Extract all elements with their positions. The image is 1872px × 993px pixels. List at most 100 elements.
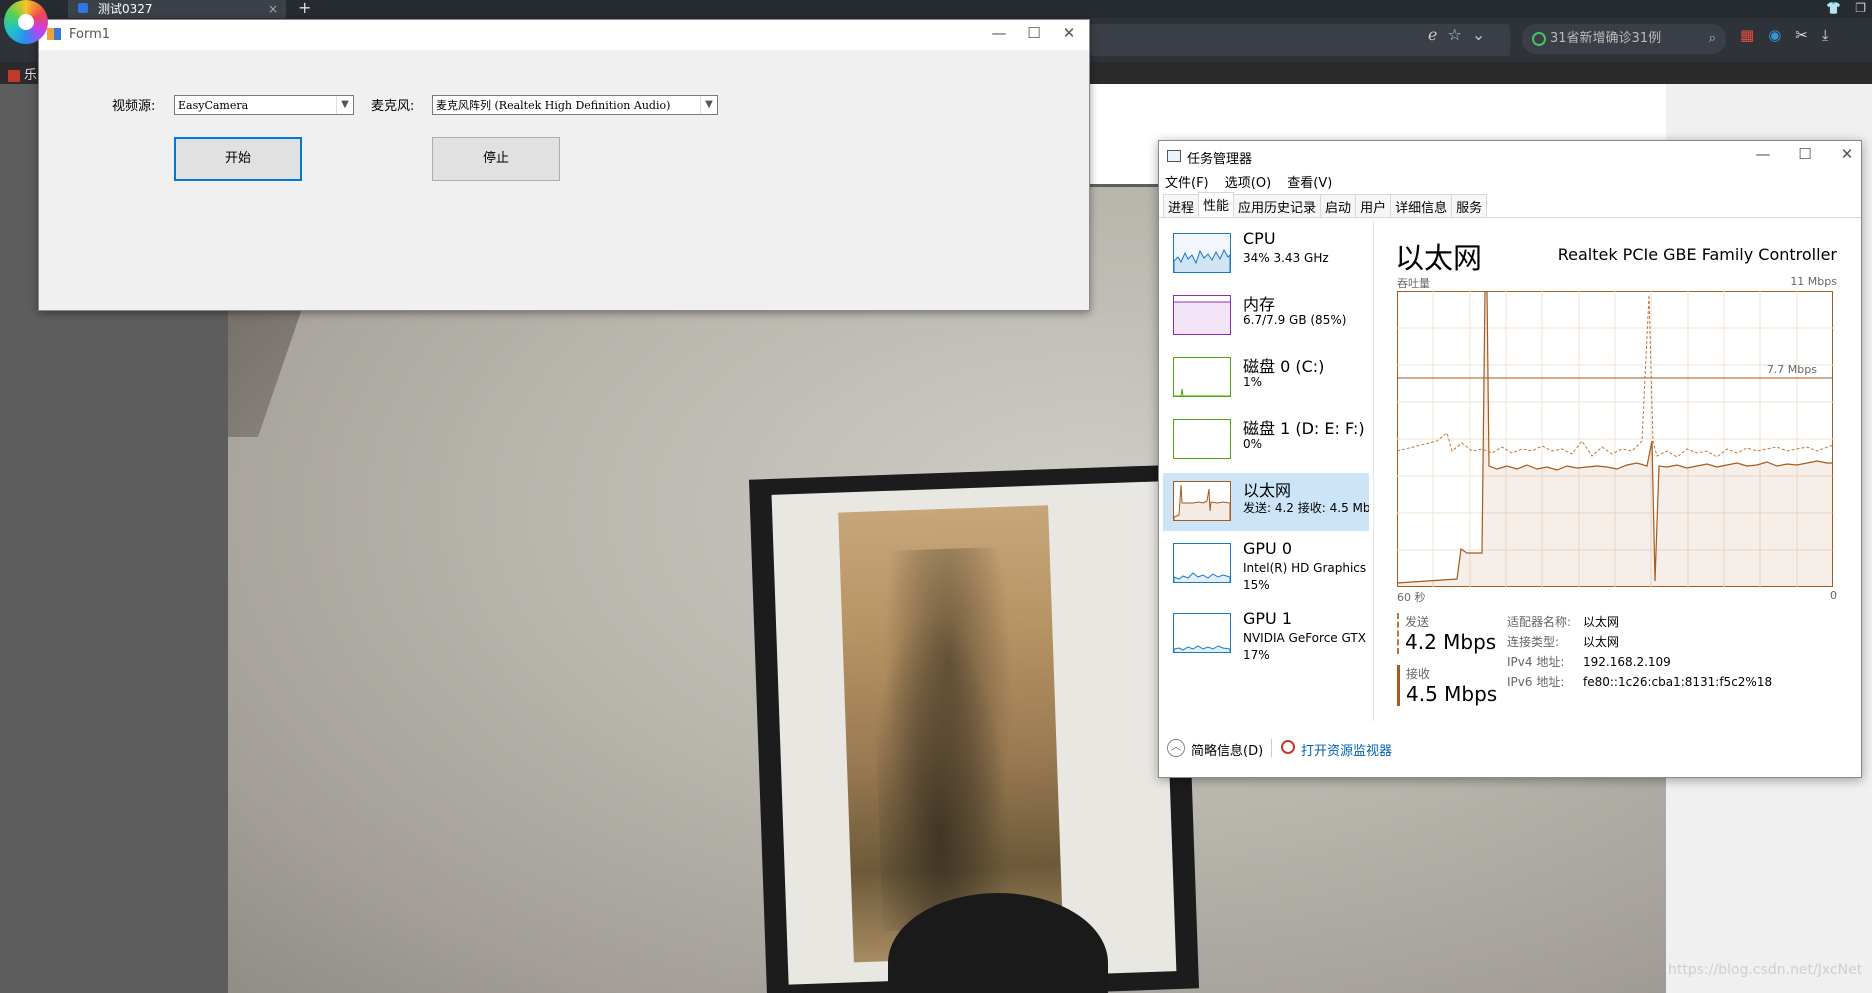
disk1-sparkline [1173,419,1231,459]
resource-item-gpu1[interactable]: GPU 1 NVIDIA GeForce GTX 17% [1163,605,1369,663]
form1-minimize-button[interactable]: — [979,24,1019,42]
throughput-graph: 7.7 Mbps [1397,291,1833,587]
bookmark-label: 乐 [24,68,38,83]
resource-name: GPU 0 [1243,539,1293,558]
start-button[interactable]: 开始 [174,137,302,181]
open-resource-monitor-link[interactable]: 打开资源监视器 [1301,740,1392,759]
microphone-label: 麦克风: [371,99,415,114]
cpu-sparkline [1173,233,1231,273]
resource-value: NVIDIA GeForce GTX [1243,631,1366,645]
resource-name: GPU 1 [1243,609,1293,628]
tab-favicon-icon [78,3,88,13]
tm-menubar: 文件(F) 选项(O) 查看(V) [1165,172,1344,191]
tab-startup[interactable]: 启动 [1320,194,1357,218]
tab-close-icon[interactable]: × [268,1,278,17]
resource-value: 6.7/7.9 GB (85%) [1243,313,1347,327]
prop-value: fe80::1c26:cba1:8131:f5c2%18 [1583,675,1773,689]
tm-panel-separator [1373,221,1374,721]
resource-list: CPU 34% 3.43 GHz 内存 6.7/7.9 GB (85%) 磁盘 … [1163,225,1369,715]
tab-users[interactable]: 用户 [1355,194,1392,218]
tm-minimize-button[interactable]: — [1743,145,1783,163]
prop-row: 连接类型: 以太网 [1507,633,1772,653]
microphone-value: 麦克风阵列 (Realtek High Definition Audio) [436,99,671,112]
tab-services[interactable]: 服务 [1451,194,1488,218]
video-source-label: 视频源: [112,99,156,114]
throughput-max-label: 11 Mbps [1790,275,1837,288]
form1-app-icon [47,28,61,40]
apps-grid-icon[interactable]: ▦ [1740,26,1754,44]
chevron-down-icon[interactable]: ▼ [700,96,717,114]
resource-item-disk1[interactable]: 磁盘 1 (D: E: F:) 0% [1163,411,1369,469]
menu-file[interactable]: 文件(F) [1165,176,1209,191]
resource-value: Intel(R) HD Graphics 6 [1243,561,1369,575]
resource-item-ethernet[interactable]: 以太网 发送: 4.2 接收: 4.5 Mb [1163,473,1369,531]
ethernet-sparkline [1173,481,1231,521]
browser-tab[interactable]: 测试0327 × [68,0,286,18]
url-icons: ℯ ☆ ⌄ [1428,25,1495,44]
video-source-select[interactable]: EasyCamera ▼ [174,95,354,115]
microphone-select[interactable]: 麦克风阵列 (Realtek High Definition Audio) ▼ [432,95,718,115]
prop-key: IPv4 地址: [1507,655,1565,669]
chevron-up-icon[interactable]: ︿ [1167,739,1185,757]
tm-tab-divider [1159,217,1861,218]
restore-icon[interactable]: ❐ [1855,1,1866,15]
resource-name: 内存 [1243,295,1276,314]
scissors-icon[interactable]: ✂ [1795,26,1808,44]
resource-item-gpu0[interactable]: GPU 0 Intel(R) HD Graphics 6 15% [1163,535,1369,593]
shirt-icon[interactable]: 👕 [1826,1,1841,15]
resource-item-memory[interactable]: 内存 6.7/7.9 GB (85%) [1163,287,1369,345]
tm-close-button[interactable]: ✕ [1827,145,1867,163]
prop-key: IPv6 地址: [1507,675,1565,689]
tab-details[interactable]: 详细信息 [1390,194,1453,218]
tab-processes[interactable]: 进程 [1163,194,1200,218]
disk1-sparkline-svg [1173,419,1231,459]
ethernet-sparkline-svg [1173,481,1231,521]
resource-item-cpu[interactable]: CPU 34% 3.43 GHz [1163,225,1369,283]
prop-value: 以太网 [1583,635,1620,649]
tm-maximize-button[interactable]: ☐ [1785,145,1825,163]
new-tab-button[interactable]: + [298,0,311,16]
graph-mid-label: 7.7 Mbps [1767,363,1817,376]
disk0-sparkline-svg [1173,357,1231,397]
bookmark-item[interactable]: 乐 [8,64,37,83]
graph-time-left: 60 秒 [1397,591,1426,604]
resource-value-2: 15% [1243,578,1270,592]
edge-icon[interactable]: ◉ [1768,26,1781,44]
menu-view[interactable]: 查看(V) [1287,176,1332,191]
task-manager-title: 任务管理器 [1187,152,1253,167]
resource-value: 0% [1243,437,1263,451]
ie-mode-icon[interactable]: ℯ [1428,25,1437,44]
search-engine-icon [1532,31,1546,46]
resource-value: 34% 3.43 GHz [1243,251,1329,265]
resource-item-disk0[interactable]: 磁盘 0 (C:) 1% [1163,349,1369,407]
download-icon[interactable]: ⤓ [1822,26,1829,44]
stop-button[interactable]: 停止 [432,137,560,181]
resource-name: 磁盘 0 (C:) [1243,357,1325,376]
resource-monitor-icon [1281,740,1295,754]
prop-key: 连接类型: [1507,635,1560,649]
gpu1-sparkline-svg [1173,613,1231,653]
fewer-details-link[interactable]: 简略信息(D) [1191,740,1263,759]
form1-window: Form1 — ☐ ✕ 视频源: EasyCamera ▼ 麦克风: 麦克风阵列… [38,19,1090,311]
memory-sparkline [1173,295,1231,335]
browser-logo-icon[interactable] [4,0,48,44]
webcam-landscape-painting [838,505,1064,963]
prop-row: IPv4 地址: 192.168.2.109 [1507,653,1772,673]
tabbar-icons: 👕 ❐ [1812,0,1866,16]
graph-time-right: 0 [1830,589,1837,602]
form1-maximize-button[interactable]: ☐ [1014,24,1054,42]
footer-separator [1271,739,1272,757]
form1-titlebar: Form1 — ☐ ✕ [39,20,1089,50]
tm-tab-strip: 进程 性能 应用历史记录 启动 用户 详细信息 服务 [1163,192,1488,218]
search-icon[interactable]: ⌕ [1709,24,1716,54]
tab-performance[interactable]: 性能 [1198,192,1235,218]
chevron-down-icon[interactable]: ⌄ [1472,25,1485,44]
menu-options[interactable]: 选项(O) [1225,176,1271,191]
search-box[interactable]: 31省新增确诊31例 ⌕ [1522,24,1726,54]
star-icon[interactable]: ☆ [1447,25,1461,44]
watermark: https://blog.csdn.net/JxcNet [1668,962,1863,978]
tab-app-history[interactable]: 应用历史记录 [1233,194,1322,218]
chevron-down-icon[interactable]: ▼ [336,96,353,114]
form1-close-button[interactable]: ✕ [1049,24,1089,42]
adapter-name: Realtek PCIe GBE Family Controller [1557,245,1837,264]
